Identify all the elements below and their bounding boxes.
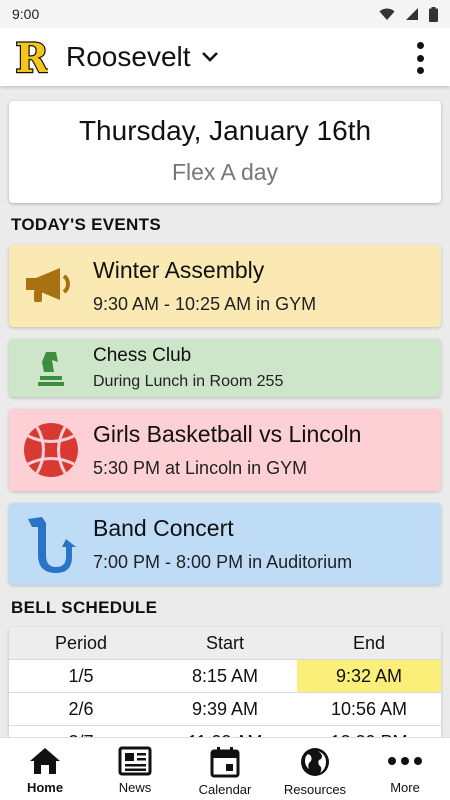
news-icon <box>118 746 152 776</box>
date-title: Thursday, January 16th <box>78 115 372 146</box>
nav-label: Calendar <box>198 782 252 797</box>
status-time: 9:00 <box>12 6 40 22</box>
cell-signal-icon <box>406 8 418 20</box>
end-cell-current: 9:32 AM <box>297 660 441 692</box>
end-cell: 10:56 AM <box>330 698 408 719</box>
nav-label: News <box>118 780 152 795</box>
megaphone-icon <box>9 264 93 308</box>
calendar-icon <box>210 747 240 778</box>
table-row: 2/6 9:39 AM 10:56 AM <box>9 693 441 726</box>
school-name[interactable]: Roosevelt <box>66 41 191 73</box>
event-card-chess-club[interactable]: Chess Club During Lunch in Room 255 <box>9 339 441 397</box>
date-card: Thursday, January 16th Flex A day <box>9 101 441 203</box>
battery-icon <box>429 6 438 22</box>
event-detail: During Lunch in Room 255 <box>93 373 284 390</box>
home-icon <box>30 748 60 774</box>
bottom-navigation: Home News Calendar Resources More <box>0 737 450 800</box>
nav-news[interactable]: News <box>90 738 180 800</box>
overflow-menu-icon[interactable] <box>408 42 432 74</box>
basketball-icon <box>9 421 93 479</box>
period-cell: 2/6 <box>68 698 94 719</box>
svg-text:R: R <box>16 36 48 78</box>
nav-home[interactable]: Home <box>0 738 90 800</box>
bell-schedule-title: BELL SCHEDULE <box>11 598 158 617</box>
event-card-band-concert[interactable]: Band Concert 7:00 PM - 8:00 PM in Audito… <box>9 503 441 585</box>
table-header-row: Period Start End <box>9 627 441 660</box>
column-header-period: Period <box>54 632 108 653</box>
column-header-end: End <box>352 632 386 653</box>
day-type: Flex A day <box>171 159 279 185</box>
nav-label: Home <box>26 780 64 795</box>
event-card-girls-basketball[interactable]: Girls Basketball vs Lincoln 5:30 PM at L… <box>9 409 441 491</box>
event-name: Winter Assembly <box>93 257 265 283</box>
table-row: 1/5 8:15 AM 9:32 AM <box>9 660 441 693</box>
event-name: Girls Basketball vs Lincoln <box>93 421 362 447</box>
more-dots-icon <box>388 757 422 765</box>
status-bar: 9:00 <box>0 0 450 28</box>
app-bar: R Roosevelt <box>0 28 450 86</box>
wifi-icon <box>379 8 395 20</box>
school-logo: R <box>16 36 48 78</box>
saxophone-icon <box>9 513 93 575</box>
period-cell: 1/5 <box>68 665 94 686</box>
nav-label: Resources <box>283 782 347 797</box>
chess-knight-icon <box>9 348 93 388</box>
event-name: Chess Club <box>93 345 192 366</box>
start-cell: 9:39 AM <box>191 698 259 719</box>
event-name: Band Concert <box>93 515 234 541</box>
event-detail: 9:30 AM - 10:25 AM in GYM <box>93 294 317 314</box>
globe-icon <box>301 748 329 776</box>
event-card-winter-assembly[interactable]: Winter Assembly 9:30 AM - 10:25 AM in GY… <box>9 245 441 327</box>
event-detail: 5:30 PM at Lincoln in GYM <box>93 458 308 478</box>
events-section-title: TODAY'S EVENTS <box>11 215 161 234</box>
start-cell: 8:15 AM <box>191 665 259 686</box>
status-icons <box>379 6 438 22</box>
chevron-down-icon[interactable] <box>201 51 219 63</box>
nav-label: More <box>390 780 420 795</box>
event-detail: 7:00 PM - 8:00 PM in Auditorium <box>93 552 353 572</box>
nav-calendar[interactable]: Calendar <box>180 738 270 800</box>
column-header-start: Start <box>205 632 244 653</box>
nav-resources[interactable]: Resources <box>270 738 360 800</box>
nav-more[interactable]: More <box>360 738 450 800</box>
